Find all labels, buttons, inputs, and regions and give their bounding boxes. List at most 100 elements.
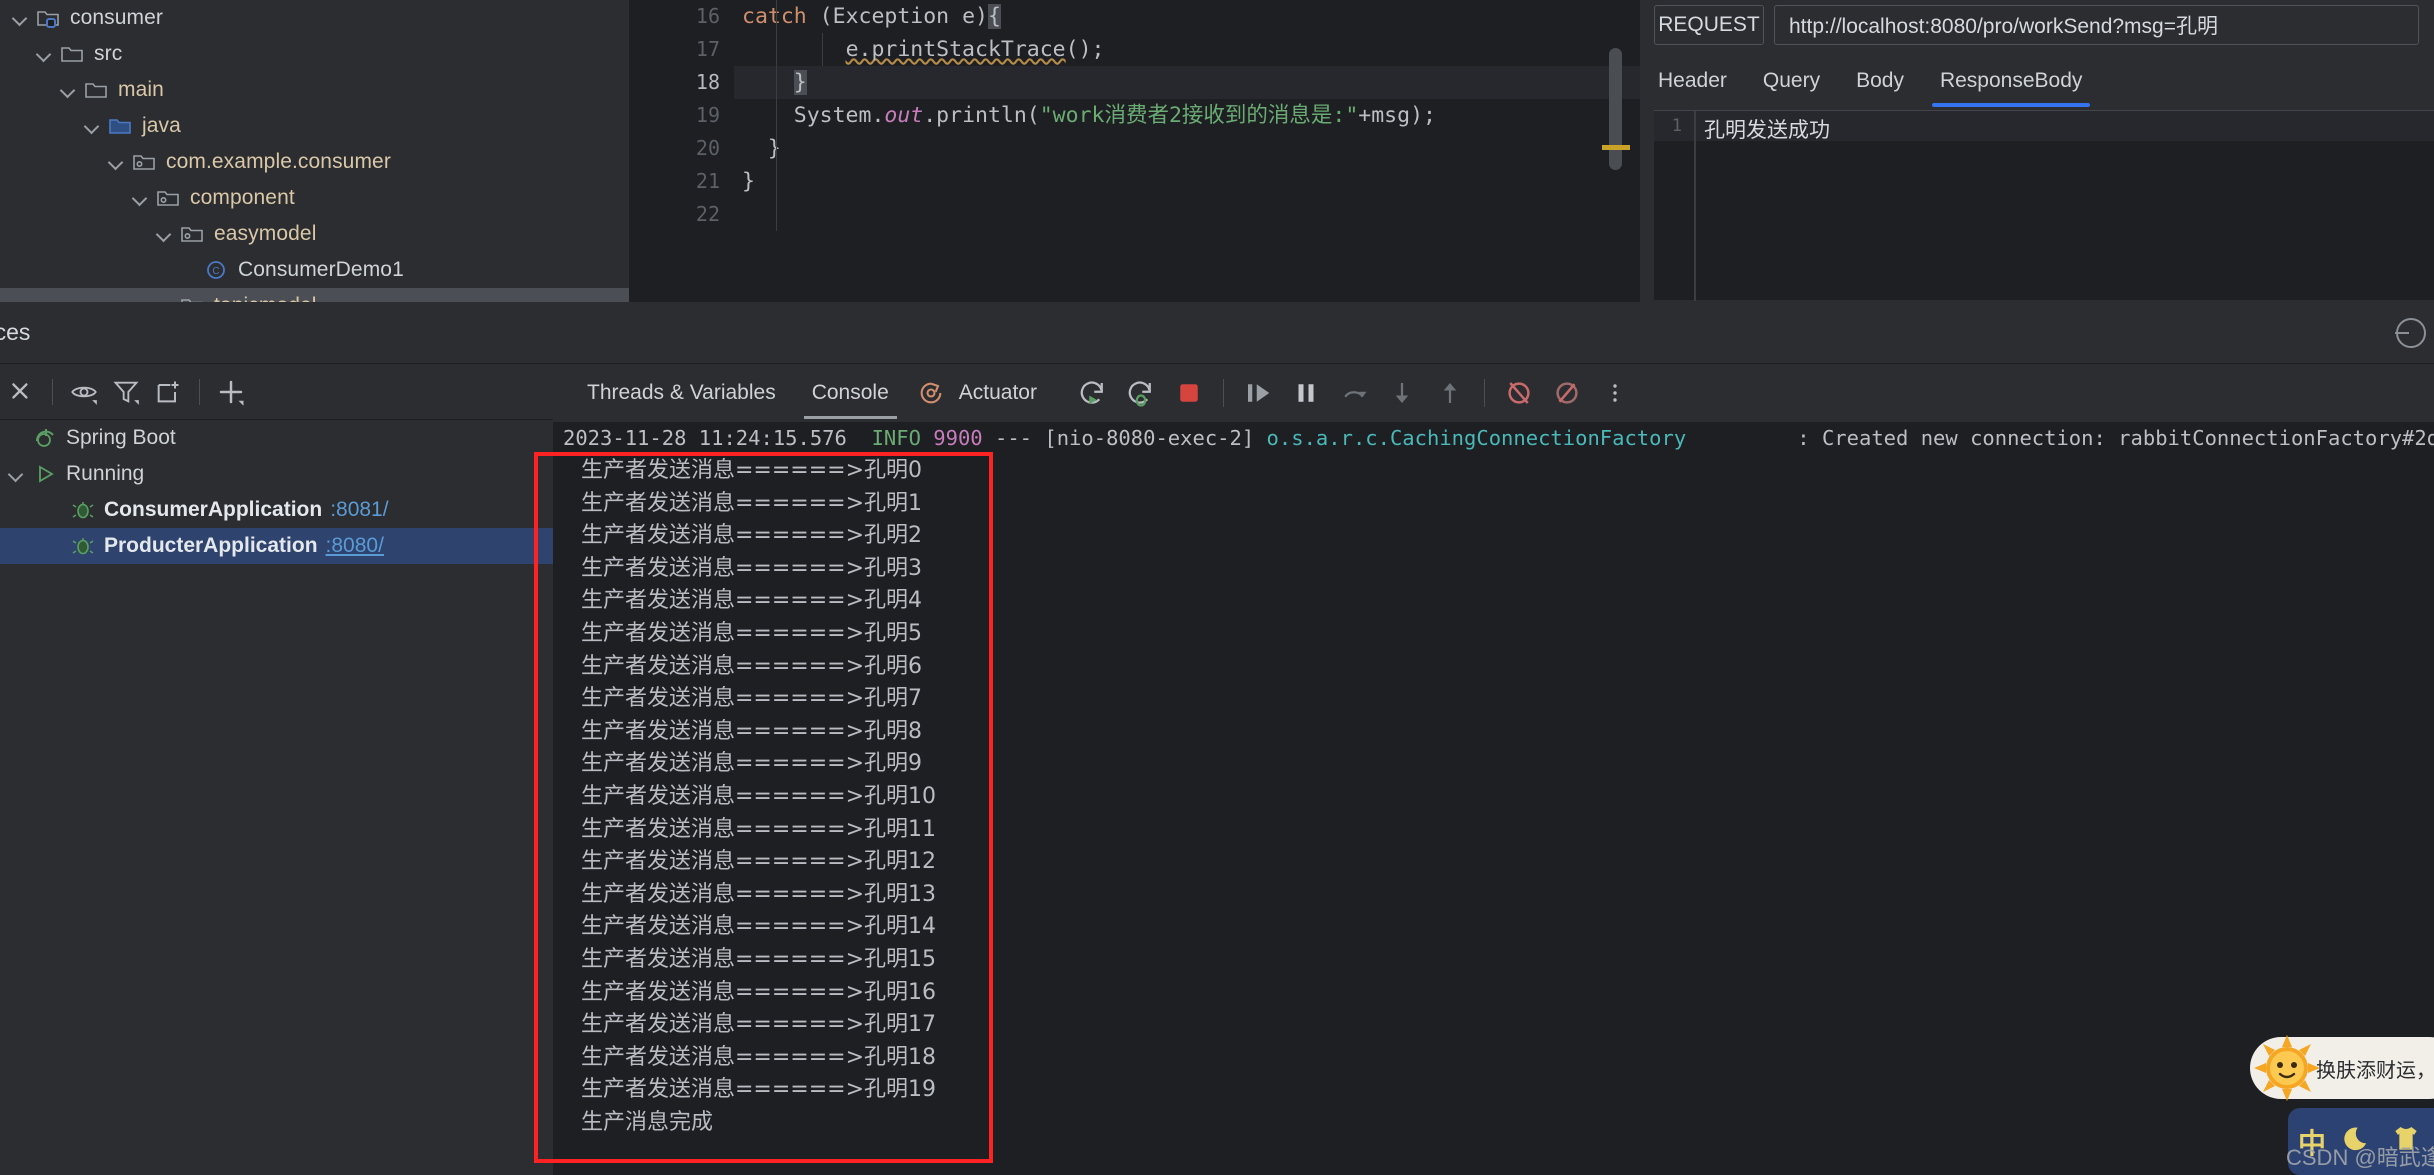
rerun-debug-icon[interactable]: [1121, 373, 1161, 413]
plus-icon[interactable]: [210, 371, 252, 413]
console-stdout-line: 生产者发送消息======>孔明5: [581, 620, 923, 646]
request-tab-body[interactable]: Body: [1838, 55, 1922, 107]
services-tree[interactable]: Spring Boot Running ConsumerApplication:80…: [0, 420, 553, 1175]
editor-change-marker: [1602, 145, 1630, 150]
console-stdout-line: 生产者发送消息======>孔明16: [581, 979, 937, 1005]
console-stdout-line: 生产者发送消息======>孔明9: [581, 751, 923, 777]
chevron-down-icon[interactable]: [58, 79, 80, 101]
java-class-icon: C: [204, 259, 230, 281]
line-number: 18: [695, 70, 720, 94]
services-tree-item[interactable]: ConsumerApplication :8081/: [0, 492, 553, 528]
request-method-button[interactable]: REQUEST: [1654, 5, 1764, 45]
request-tab-query[interactable]: Query: [1745, 55, 1838, 107]
mute-breakpoints-icon[interactable]: [1499, 373, 1539, 413]
code-editor[interactable]: 16 17 18 19 20 21 22 catch (Exception e){ e.pr…: [629, 0, 1640, 302]
response-body-viewer[interactable]: 1 孔明发送成功: [1654, 110, 2434, 301]
console-stdout-line: 生产者发送消息======>孔明0: [581, 458, 923, 483]
chevron-down-icon[interactable]: [154, 223, 176, 245]
console-stdout-line: 生产者发送消息======>孔明3: [581, 555, 923, 581]
console-output[interactable]: 2023-11-28 11:24:15.576 INFO 9900 --- [n…: [553, 422, 2434, 1175]
ide-window: consumer src main java com.example.consumer c…: [0, 0, 2434, 1175]
project-tree-item[interactable]: C ConsumerDemo1: [0, 252, 629, 288]
line-number: 19: [695, 103, 720, 127]
services-tree-item[interactable]: Spring Boot: [0, 420, 553, 456]
more-options-icon[interactable]: [1595, 373, 1635, 413]
service-port-link[interactable]: :8081/: [330, 498, 388, 522]
chevron-down-icon[interactable]: [6, 463, 28, 485]
request-tabs[interactable]: Header Query Body ResponseBody: [1640, 55, 2434, 107]
project-tree-item[interactable]: easymodel: [0, 216, 629, 252]
filter-icon[interactable]: [105, 371, 147, 413]
rerun-icon[interactable]: [1073, 373, 1113, 413]
actuator-icon[interactable]: [911, 373, 951, 413]
request-url-input[interactable]: http://localhost:8080/pro/workSend?msg=孔…: [1774, 5, 2419, 45]
project-tree-item-label: src: [94, 42, 123, 65]
console-stdout-line: 生产者发送消息======>孔明13: [581, 881, 937, 907]
project-tree-item[interactable]: component: [0, 180, 629, 216]
services-tree-item-label: ConsumerApplication: [104, 498, 323, 521]
service-port-link[interactable]: :8080/: [326, 534, 384, 558]
project-tree-item-label: com.example.consumer: [166, 150, 391, 173]
stop-icon[interactable]: [1169, 373, 1209, 413]
chevron-down-icon[interactable]: [82, 115, 104, 137]
tab-actuator[interactable]: Actuator: [955, 364, 1055, 422]
project-tree-item-label: easymodel: [214, 222, 317, 245]
package-icon: [180, 295, 206, 302]
add-tab-icon[interactable]: [147, 371, 189, 413]
editor-scrollbar[interactable]: [1609, 48, 1622, 170]
code-line-17: e.printStackTrace();: [845, 37, 1105, 62]
request-tab-header[interactable]: Header: [1640, 55, 1745, 107]
project-tree-panel[interactable]: consumer src main java com.example.consumer c…: [0, 0, 629, 302]
services-tree-item-label: ProducterApplication: [104, 534, 318, 557]
pause-icon[interactable]: [1286, 373, 1326, 413]
chevron-down-icon[interactable]: [34, 43, 56, 65]
view-breakpoints-icon[interactable]: [1547, 373, 1587, 413]
eye-icon[interactable]: [63, 371, 105, 413]
sun-icon: [2252, 1033, 2322, 1103]
step-out-icon[interactable]: [1430, 373, 1470, 413]
response-gutter-divider: [1694, 111, 1696, 301]
folder-icon: [60, 43, 86, 65]
step-over-icon[interactable]: [1334, 373, 1374, 413]
services-tree-item[interactable]: ProducterApplication :8080/: [0, 528, 553, 564]
code-line-19: System.out.println("work消费者2接收到的消息是:"+ms…: [793, 103, 1436, 128]
chevron-down-icon[interactable]: [106, 151, 128, 173]
console-stdout-line: 生产消息完成: [581, 1109, 714, 1135]
console-toolbar[interactable]: Threads & Variables Console Actuator: [553, 364, 2434, 422]
project-tree-item[interactable]: main: [0, 72, 629, 108]
stdout-block: 生产者发送消息======>孔明0 生产者发送消息======>孔明1 生产者发送消…: [553, 455, 2434, 1139]
project-tree-item[interactable]: java: [0, 108, 629, 144]
project-tree-item[interactable]: com.example.consumer: [0, 144, 629, 180]
services-toolbar[interactable]: [0, 364, 553, 420]
toolbar-divider: [1483, 379, 1485, 407]
request-tab-responsebody[interactable]: ResponseBody: [1922, 55, 2100, 107]
console-stdout-line: 生产者发送消息======>孔明12: [581, 849, 937, 875]
rerun-failed-icon[interactable]: [0, 371, 42, 413]
csdn-watermark: CSDN @暗武逢天: [2286, 1145, 2434, 1170]
svg-text:C: C: [212, 266, 219, 277]
response-body-text: 孔明发送成功: [1704, 119, 1830, 142]
run-icon: [32, 462, 60, 486]
help-circle-icon[interactable]: [2395, 318, 2426, 348]
project-tree-item[interactable]: src: [0, 36, 629, 72]
project-tree-item[interactable]: consumer: [0, 0, 629, 36]
spring-boot-icon: [32, 426, 60, 450]
console-stdout-line: 生产者发送消息======>孔明4: [581, 588, 923, 614]
chevron-down-icon[interactable]: [10, 7, 32, 29]
project-tree-item[interactable]: topicmodel: [0, 288, 629, 302]
source-folder-icon: [108, 115, 134, 137]
editor-text-area[interactable]: catch (Exception e){ e.printStackTrace()…: [734, 0, 1640, 302]
tab-console[interactable]: Console: [794, 364, 907, 422]
line-number: 21: [695, 169, 720, 193]
tab-threads-and-variables[interactable]: Threads & Variables: [569, 364, 794, 422]
indent-guide: [822, 33, 823, 66]
services-tree-item[interactable]: Running: [0, 456, 553, 492]
resume-icon[interactable]: [1238, 373, 1278, 413]
response-gutter: 1: [1671, 116, 1682, 136]
chevron-down-icon[interactable]: [130, 187, 152, 209]
step-into-icon[interactable]: [1382, 373, 1422, 413]
project-tree-item-label: component: [190, 186, 295, 209]
